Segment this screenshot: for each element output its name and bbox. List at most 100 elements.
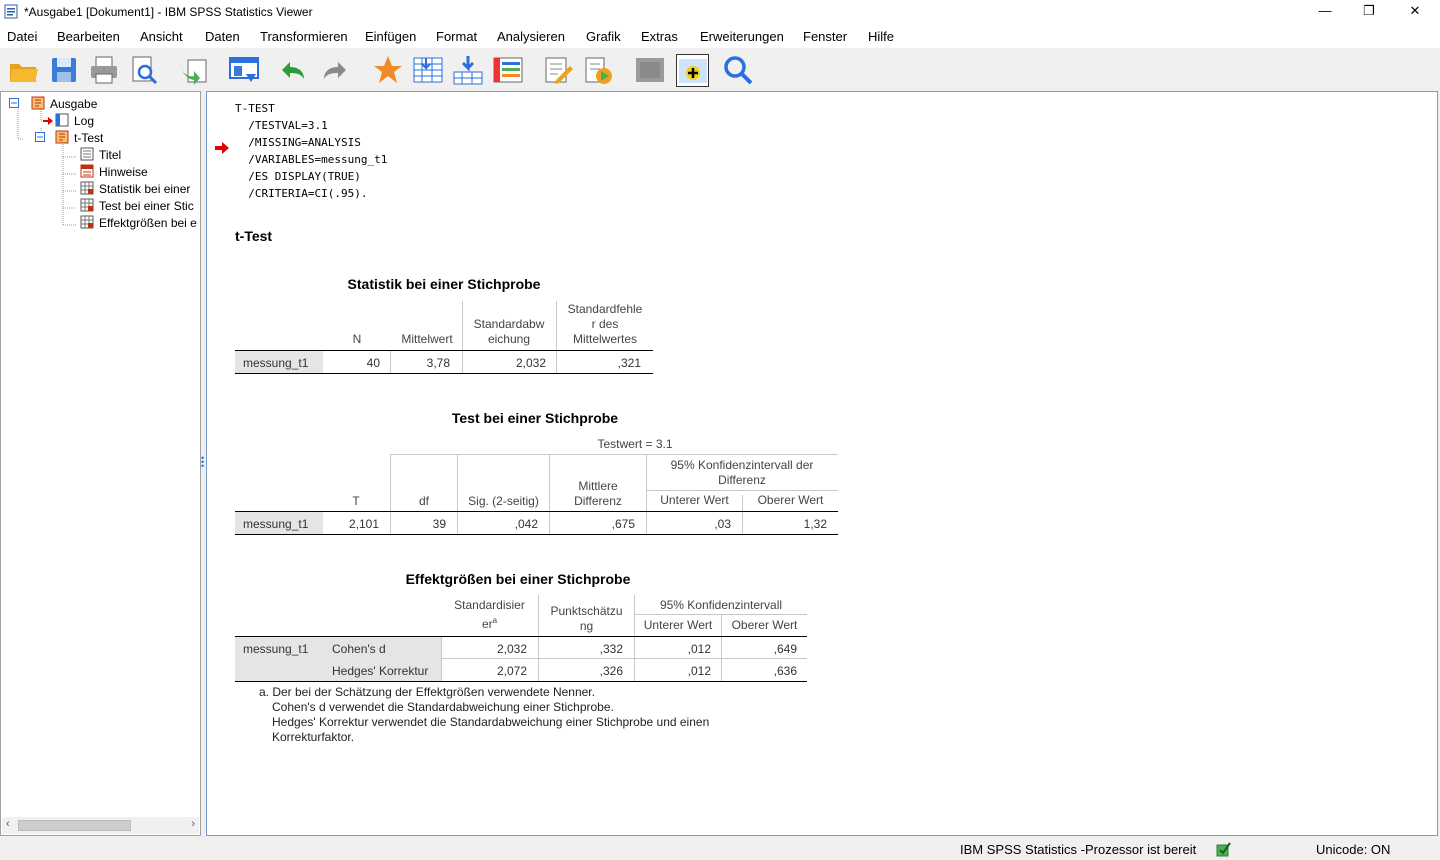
col-header: T xyxy=(352,494,360,508)
menu-bar: Datei Bearbeiten Ansicht Daten Transform… xyxy=(0,24,1440,48)
table-icon xyxy=(80,198,94,212)
data-cell: ,012 xyxy=(687,664,711,678)
insert-icon[interactable] xyxy=(452,54,484,86)
table-icon xyxy=(80,181,94,195)
print-icon[interactable] xyxy=(88,54,120,86)
tree-item-test[interactable]: Test bei einer Stic xyxy=(9,197,199,214)
menu-extras[interactable]: Extras xyxy=(641,29,678,44)
maximize-button[interactable]: ❐ xyxy=(1346,0,1392,24)
menu-grafik[interactable]: Grafik xyxy=(586,29,621,44)
row-sublabel: Hedges' Korrektur xyxy=(332,664,429,678)
redo-icon[interactable] xyxy=(320,54,352,86)
title-bar: *Ausgabe1 [Dokument1] - IBM SPSS Statist… xyxy=(0,0,1440,24)
print-preview-icon[interactable] xyxy=(128,54,160,86)
tree-item-label: Effektgrößen bei e xyxy=(99,216,197,230)
edit-icon[interactable] xyxy=(542,54,574,86)
data-cell: ,321 xyxy=(617,356,641,370)
menu-erweiterungen[interactable]: Erweiterungen xyxy=(700,29,784,44)
variables-icon[interactable] xyxy=(492,54,524,86)
star-icon[interactable] xyxy=(372,54,404,86)
spss-app-icon xyxy=(4,4,18,19)
table-rule xyxy=(235,681,807,682)
output-book-icon xyxy=(31,96,45,110)
status-bar: IBM SPSS Statistics -Prozessor ist berei… xyxy=(0,838,1440,860)
tree-item-log[interactable]: Log xyxy=(9,112,199,129)
export-icon[interactable] xyxy=(178,54,210,86)
notes-icon xyxy=(80,164,94,178)
tree-item-statistik[interactable]: Statistik bei einer xyxy=(9,180,199,197)
open-icon[interactable] xyxy=(8,54,40,86)
minimize-button[interactable]: — xyxy=(1302,0,1348,24)
menu-hilfe[interactable]: Hilfe xyxy=(868,29,894,44)
title-icon xyxy=(80,147,94,161)
menu-daten[interactable]: Daten xyxy=(205,29,240,44)
menu-ansicht[interactable]: Ansicht xyxy=(140,29,183,44)
menu-bearbeiten[interactable]: Bearbeiten xyxy=(57,29,120,44)
tree-item-effektgroessen[interactable]: Effektgrößen bei e xyxy=(9,214,199,231)
tree-item-label: Hinweise xyxy=(99,165,148,179)
scroll-right-icon[interactable]: › xyxy=(191,818,195,830)
testwert-label: Testwert = 3.1 xyxy=(597,437,673,451)
scroll-left-icon[interactable]: ‹ xyxy=(6,818,10,830)
col-header: Oberer Wert xyxy=(757,493,824,507)
save-icon[interactable] xyxy=(48,54,80,86)
menu-transformieren[interactable]: Transformieren xyxy=(260,29,348,44)
footnote-line: Korrekturfaktor. xyxy=(272,730,355,744)
col-header: Mittlere Differenz xyxy=(574,479,622,508)
data-cell: ,03 xyxy=(714,517,731,531)
data-cell: ,636 xyxy=(773,664,797,678)
col-header: Oberer Wert xyxy=(731,618,798,632)
processor-status: IBM SPSS Statistics -Prozessor ist berei… xyxy=(960,842,1197,857)
tree-item-hinweise[interactable]: Hinweise xyxy=(9,163,199,180)
data-cell: 1,32 xyxy=(803,517,827,531)
tree-item-label: Ausgabe xyxy=(50,97,98,111)
footnote-line: Cohen's d verwendet die Standardabweichu… xyxy=(272,700,614,714)
table-rule xyxy=(647,490,838,491)
run-icon[interactable] xyxy=(582,54,614,86)
syntax-line: /MISSING=ANALYSIS xyxy=(235,136,361,149)
horizontal-scrollbar[interactable]: ‹ › xyxy=(2,817,199,834)
footnote-line: Hedges' Korrektur verwendet die Standard… xyxy=(272,715,710,729)
toolbar xyxy=(0,48,1440,90)
log-icon xyxy=(55,113,69,127)
menu-datei[interactable]: Datei xyxy=(7,29,37,44)
data-cell: ,332 xyxy=(599,642,623,656)
data-cell: 3,78 xyxy=(426,356,450,370)
syntax-log[interactable]: T-TEST /TESTVAL=3.1 /MISSING=ANALYSIS /V… xyxy=(235,100,387,202)
data-cell: 2,072 xyxy=(496,664,527,678)
close-button[interactable]: ✕ xyxy=(1392,0,1438,24)
designated-window-icon[interactable] xyxy=(634,54,666,86)
menu-fenster[interactable]: Fenster xyxy=(803,29,847,44)
row-label-group: messung_t1 Cohen's d Hedges' Korrektur xyxy=(235,637,441,681)
col-header: Unterer Wert xyxy=(660,493,729,507)
row-sublabel: Cohen's d xyxy=(332,642,386,656)
collapse-icon[interactable] xyxy=(35,132,45,142)
table-rule xyxy=(235,511,838,512)
data-cell: 2,032 xyxy=(496,642,527,656)
goto-case-icon[interactable] xyxy=(412,54,444,86)
tree-item-t-test[interactable]: t-Test xyxy=(9,129,199,146)
menu-einfuegen[interactable]: Einfügen xyxy=(365,29,416,44)
goto-data-icon[interactable] xyxy=(228,54,260,86)
table-title: Test bei einer Stichprobe xyxy=(451,410,619,426)
table-rule xyxy=(235,534,838,535)
tree-item-ausgabe[interactable]: Ausgabe xyxy=(9,95,199,112)
footnote-line: a. Der bei der Schätzung der Effektgröße… xyxy=(259,685,595,699)
collapse-icon[interactable] xyxy=(9,98,19,108)
menu-format[interactable]: Format xyxy=(436,29,477,44)
find-icon[interactable] xyxy=(722,54,754,86)
data-cell: 39 xyxy=(432,517,446,531)
splitter-grip-icon: • • • xyxy=(201,453,205,471)
undo-icon[interactable] xyxy=(276,54,308,86)
outline-pane: Ausgabe Log t-Test Titel Hinweise Statis… xyxy=(0,91,201,836)
processor-ready-icon xyxy=(1216,842,1231,857)
table-rule xyxy=(235,373,653,374)
row-label: messung_t1 xyxy=(235,351,323,373)
menu-analysieren[interactable]: Analysieren xyxy=(497,29,565,44)
add-output-icon[interactable] xyxy=(676,54,709,87)
section-heading[interactable]: t-Test xyxy=(235,228,272,244)
tree-item-titel[interactable]: Titel xyxy=(9,146,199,163)
data-cell: 2,032 xyxy=(515,356,546,370)
scrollbar-thumb[interactable] xyxy=(18,820,131,831)
table-footnote: a. Der bei der Schätzung der Effektgröße… xyxy=(259,685,709,745)
